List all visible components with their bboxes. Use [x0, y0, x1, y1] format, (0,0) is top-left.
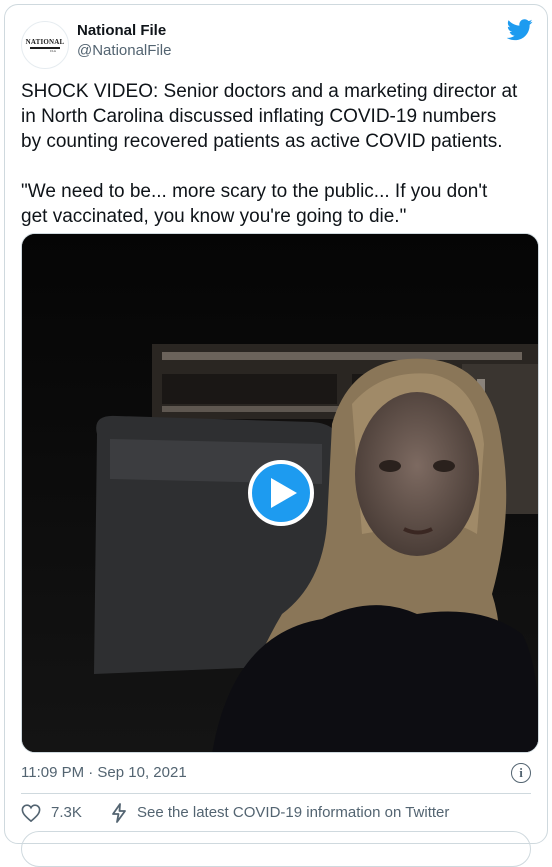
lightning-icon	[112, 803, 126, 823]
avatar[interactable]: NATIONAL FILE	[21, 21, 69, 69]
like-count: 7.3K	[51, 804, 82, 821]
tweet-video[interactable]	[21, 233, 539, 753]
play-icon	[270, 478, 297, 508]
heart-icon	[21, 804, 41, 822]
tweet-actions: 7.3K See the latest COVID-19 information…	[21, 801, 531, 825]
author-display-name[interactable]: National File	[77, 21, 171, 41]
divider	[21, 793, 531, 794]
avatar-logo-text: NATIONAL	[25, 37, 65, 46]
like-button[interactable]: 7.3K	[21, 801, 82, 825]
tweet-timestamp[interactable]: 11:09 PM · Sep 10, 2021	[21, 764, 187, 781]
tweet-header: NATIONAL FILE National File @NationalFil…	[17, 17, 535, 69]
video-play-button[interactable]	[248, 460, 314, 526]
tweet-meta: 11:09 PM · Sep 10, 2021 i	[21, 761, 531, 785]
avatar-logo-sub: FILE	[49, 48, 57, 53]
twitter-bird-icon[interactable]	[507, 19, 533, 41]
author-info: National File @NationalFile	[77, 21, 171, 61]
tweet-card: NATIONAL FILE National File @NationalFil…	[4, 4, 548, 867]
covid-info-label: See the latest COVID-19 information on T…	[137, 804, 450, 821]
author-handle[interactable]: @NationalFile	[77, 41, 171, 61]
covid-info-link[interactable]: See the latest COVID-19 information on T…	[111, 801, 449, 825]
read-replies-button[interactable]	[21, 831, 531, 867]
tweet-text: SHOCK VIDEO: Senior doctors and a market…	[21, 81, 518, 227]
info-icon[interactable]: i	[511, 763, 531, 783]
